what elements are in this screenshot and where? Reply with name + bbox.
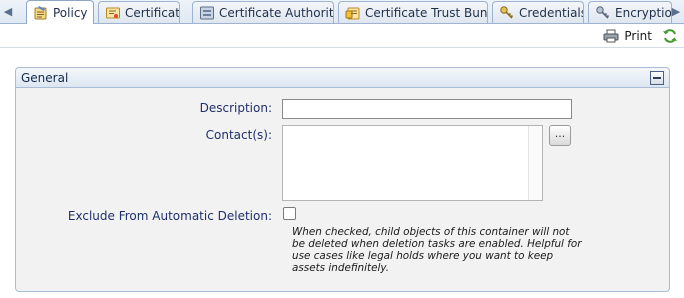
add-contact-button[interactable]: ... — [549, 125, 571, 146]
tab-label: Encryption — [615, 5, 672, 20]
print-label: Print — [624, 29, 652, 43]
toolbar: Print — [0, 24, 684, 48]
credentials-icon — [500, 5, 514, 19]
tab-credentials[interactable]: Credentials — [492, 1, 584, 23]
exclude-checkbox[interactable] — [283, 207, 296, 220]
tab-certificate[interactable]: Certificate — [98, 1, 180, 23]
policy-icon — [34, 5, 47, 19]
encryption-icon — [596, 5, 610, 19]
tab-certificate-authorities[interactable]: Certificate Authorities — [192, 1, 334, 23]
tab-label: Credentials — [519, 5, 584, 20]
scroll-tabs-left-icon[interactable]: ◀ — [0, 0, 16, 23]
contacts-scrollbar[interactable] — [528, 126, 542, 200]
tab-policy[interactable]: Policy — [26, 0, 94, 24]
tab-label: Certificate Authorities — [219, 5, 334, 20]
tab-label: Policy — [53, 5, 88, 20]
tab-label: Certificate — [125, 5, 180, 20]
tab-certificate-trust-bundle[interactable]: Certificate Trust Bundle — [338, 1, 488, 23]
scroll-tabs-right-icon[interactable]: ▶ — [668, 0, 684, 23]
contacts-label: Contact(s): — [205, 128, 272, 142]
contacts-list[interactable] — [282, 125, 543, 201]
exclude-label: Exclude From Automatic Deletion: — [67, 209, 272, 223]
tab-label: Certificate Trust Bundle — [365, 5, 488, 20]
panel-header: General — [16, 68, 669, 88]
certificate-authorities-icon — [200, 6, 214, 19]
description-input[interactable] — [282, 99, 572, 119]
refresh-icon[interactable] — [662, 28, 678, 44]
general-panel: General Description: Contact(s): ... Exc… — [15, 67, 670, 292]
print-button[interactable]: Print — [603, 27, 652, 45]
panel-title: General — [21, 70, 69, 85]
printer-icon — [603, 29, 619, 43]
exclude-help-text: When checked, child objects of this cont… — [292, 226, 582, 274]
tab-encryption[interactable]: Encryption — [588, 1, 672, 23]
trust-bundle-icon — [345, 7, 360, 19]
certificate-icon — [106, 7, 120, 18]
collapse-icon[interactable] — [650, 71, 664, 85]
description-label: Description: — [199, 101, 272, 115]
tab-bar: ◀ Policy Certificate Certificate Authori… — [0, 0, 684, 24]
